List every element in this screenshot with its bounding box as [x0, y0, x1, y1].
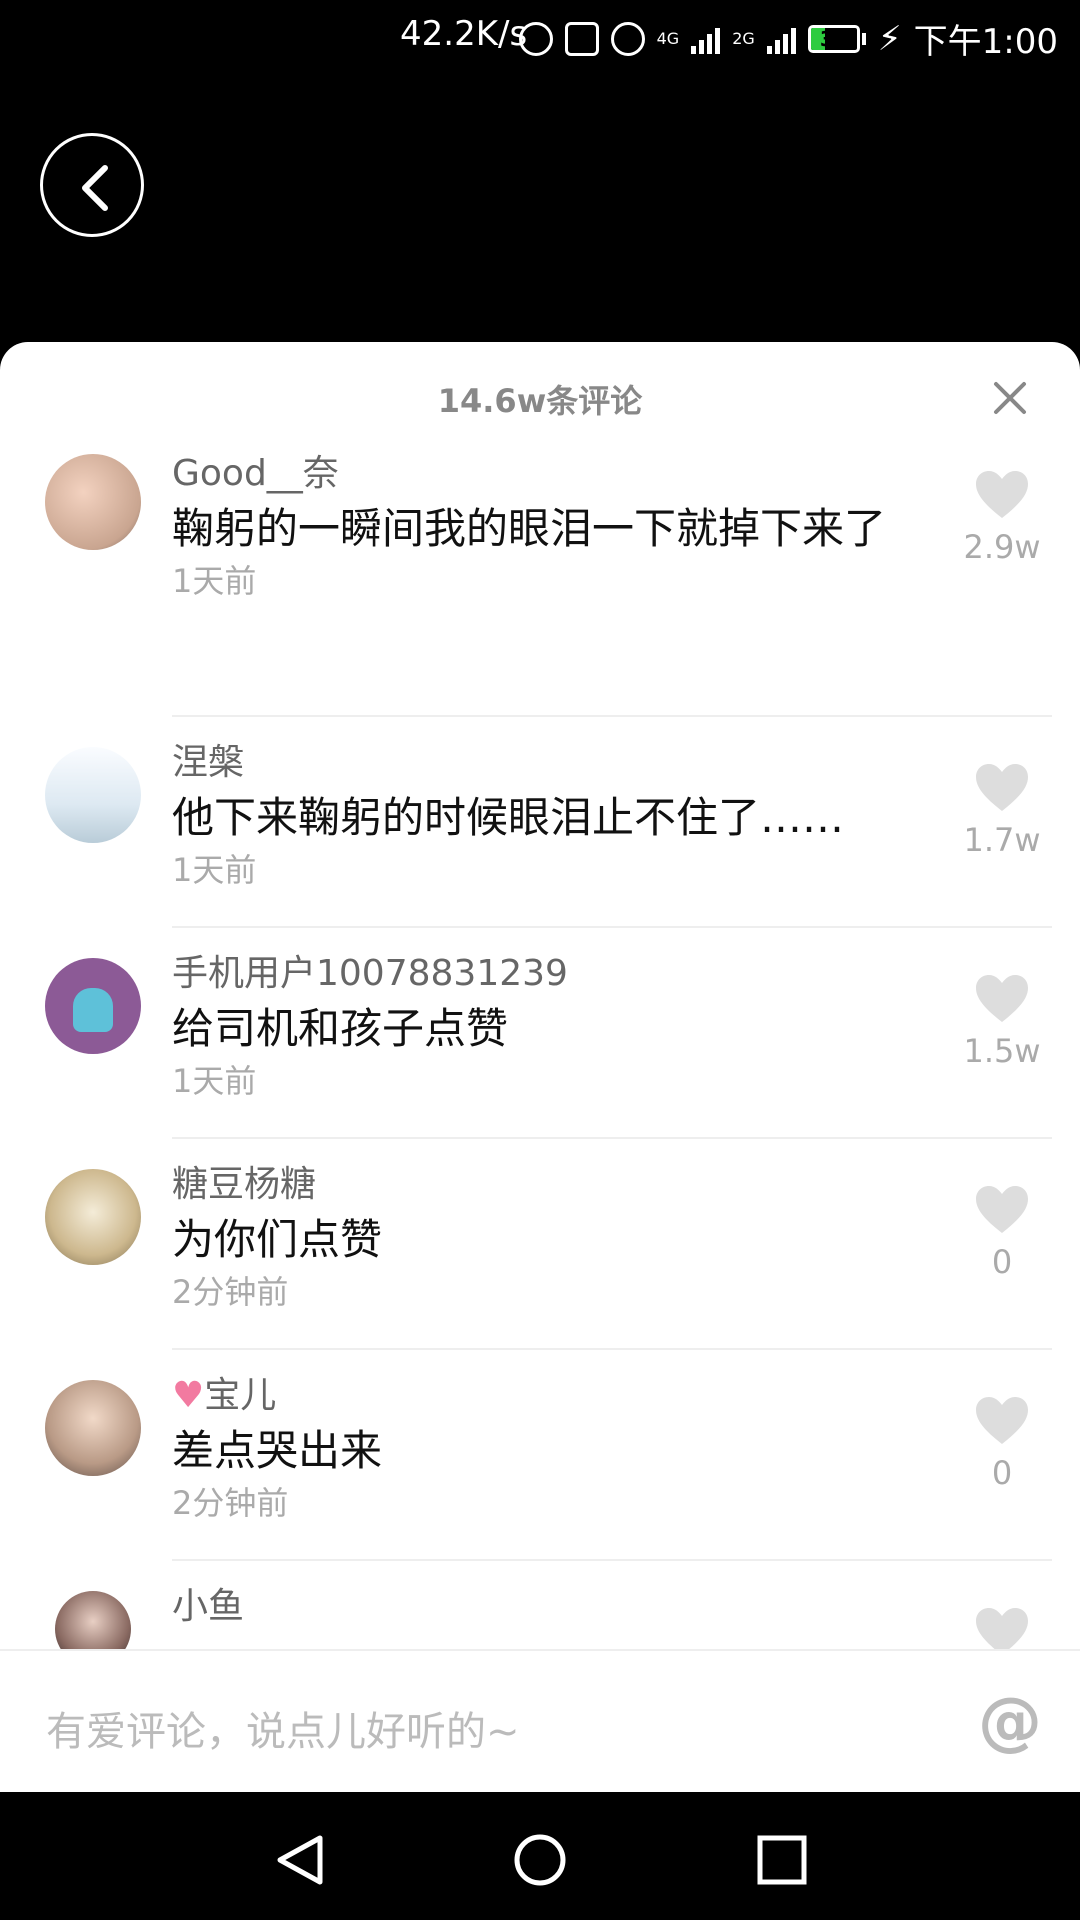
status-time: 下午1:00 [913, 22, 1058, 62]
comment-text: 他下来鞠躬的时候眼泪止不住了…… [172, 793, 845, 842]
comment-item[interactable]: 涅槃 他下来鞠躬的时候眼泪止不住了…… 1天前 1.7w [0, 717, 1080, 928]
comment-text: 鞠躬的一瞬间我的眼泪一下就掉下来了 [172, 504, 887, 553]
avatar[interactable] [45, 454, 141, 550]
like-count: 0 [991, 1454, 1013, 1492]
comment-time: 2分钟前 [172, 1273, 289, 1311]
comment-input-bar: 有爱评论，说点儿好听的~ @ [0, 1649, 1080, 1792]
network-2g-label: 2G [732, 29, 755, 48]
avatar[interactable] [45, 1169, 141, 1265]
comment-input[interactable]: 有爱评论，说点儿好听的~ [46, 1699, 520, 1757]
comment-time: 2分钟前 [172, 1484, 289, 1522]
like-button[interactable]: 2.9w [952, 470, 1052, 566]
avatar[interactable] [45, 958, 141, 1054]
comments-sheet: 14.6w条评论 Good__奈 鞠躬的一瞬间我的眼泪一下就掉下来了 1天前 2… [0, 342, 1080, 1792]
heart-icon [976, 1397, 1028, 1444]
comment-list: Good__奈 鞠躬的一瞬间我的眼泪一下就掉下来了 1天前 2.9w 涅槃 他下… [0, 452, 1080, 1772]
comment-item[interactable]: 糖豆杨糖 为你们点赞 2分钟前 0 [0, 1139, 1080, 1350]
comment-username[interactable]: Good__奈 [172, 452, 892, 496]
comment-text: 给司机和孩子点赞 [172, 1004, 509, 1053]
navigation-bar [0, 1792, 1080, 1920]
battery-level: 30 [819, 26, 848, 51]
comment-item[interactable]: ♥宝儿 差点哭出来 2分钟前 0 [0, 1350, 1080, 1561]
network-speed: 42.2K/s [400, 14, 528, 54]
like-count: 1.7w [963, 821, 1041, 859]
heart-icon [976, 1186, 1028, 1233]
status-icons: 4G 2G 30 ⚡ 下午1:00 [518, 14, 1058, 63]
network-4g-label: 4G [656, 29, 680, 48]
close-button[interactable] [992, 380, 1028, 416]
comments-count-title: 14.6w条评论 [437, 382, 643, 420]
comment-text: 差点哭出来 [172, 1426, 383, 1475]
comment-username: 宝儿 [204, 1375, 277, 1416]
nav-home-icon[interactable] [512, 1832, 568, 1888]
nav-recents-icon[interactable] [754, 1832, 810, 1888]
comment-time: 1天前 [172, 562, 257, 600]
avatar[interactable] [45, 1380, 141, 1476]
comment-username[interactable]: 小鱼 [172, 1585, 892, 1629]
battery-icon: 30 [807, 24, 866, 53]
comment-item[interactable]: 手机用户10078831239 给司机和孩子点赞 1天前 1.5w [0, 928, 1080, 1139]
heart-icon [976, 471, 1028, 518]
hotspot-icon [518, 21, 553, 56]
charging-icon: ⚡ [877, 18, 902, 59]
like-button[interactable]: 1.7w [952, 763, 1052, 859]
heart-icon [976, 975, 1028, 1022]
nav-back-icon[interactable] [272, 1832, 328, 1888]
heart-badge-icon: ♥ [172, 1375, 205, 1416]
alarm-icon [610, 21, 645, 56]
like-button[interactable]: 0 [952, 1396, 1052, 1492]
comment-username-row[interactable]: ♥宝儿 [172, 1374, 892, 1418]
like-button[interactable]: 1.5w [952, 974, 1052, 1070]
comment-username[interactable]: 涅槃 [172, 741, 892, 785]
comment-time: 1天前 [172, 1062, 257, 1100]
back-button[interactable] [40, 133, 144, 237]
signal-2g-icon [766, 24, 796, 54]
vibrate-icon [564, 21, 599, 56]
chevron-left-icon [82, 165, 108, 211]
comment-username[interactable]: 手机用户10078831239 [172, 952, 892, 996]
like-button[interactable]: 0 [952, 1185, 1052, 1281]
sheet-header: 14.6w条评论 [0, 342, 1080, 442]
comment-item[interactable]: Good__奈 鞠躬的一瞬间我的眼泪一下就掉下来了 1天前 2.9w [0, 452, 1080, 717]
comment-username[interactable]: 糖豆杨糖 [172, 1163, 892, 1207]
comment-time: 1天前 [172, 851, 257, 889]
comment-text: 为你们点赞 [172, 1215, 383, 1264]
avatar[interactable] [45, 747, 141, 843]
like-count: 0 [991, 1243, 1013, 1281]
like-count: 1.5w [963, 1032, 1041, 1070]
signal-4g-icon [691, 24, 721, 54]
like-count: 2.9w [963, 528, 1041, 566]
heart-icon [976, 764, 1028, 811]
at-mention-icon[interactable]: @ [978, 1685, 1042, 1759]
status-bar: 42.2K/s 4G 2G 30 ⚡ 下午1:00 [0, 0, 1080, 74]
